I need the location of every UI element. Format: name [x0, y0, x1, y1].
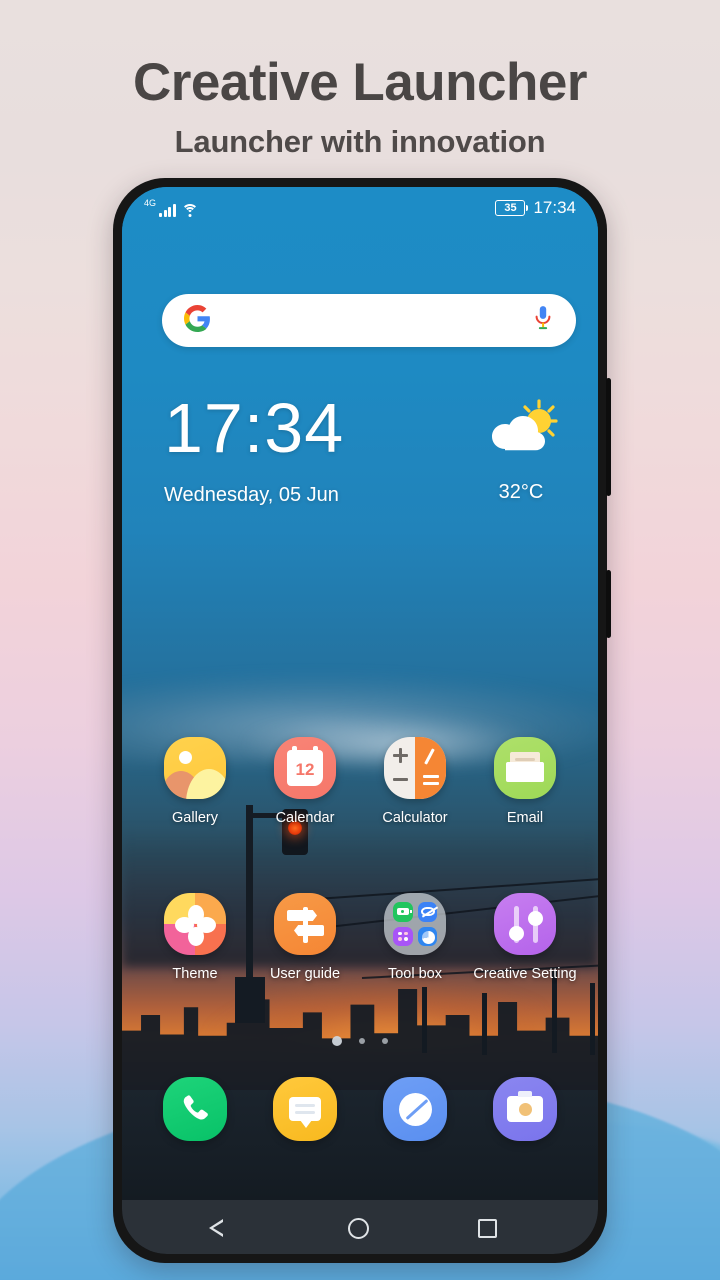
status-bar: 4G 35 17:34 [122, 187, 598, 229]
home-screen: 4G 35 17:34 17:34 Wednesday, 05 Jun 32°C… [122, 187, 598, 1200]
app-label: Calendar [275, 810, 335, 826]
app-label: Creative Setting [473, 966, 577, 982]
page-subtitle: Launcher with innovation [174, 124, 546, 160]
app-theme[interactable]: Theme [140, 893, 250, 982]
app-calendar[interactable]: 12 Calendar [250, 737, 360, 826]
app-grid-icon [393, 926, 413, 946]
theme-icon [164, 893, 226, 955]
page-dot[interactable] [359, 1038, 365, 1044]
clock-weather-widget[interactable]: 17:34 Wednesday, 05 Jun 32°C [164, 389, 564, 507]
dock [140, 1077, 580, 1141]
page-dot[interactable] [382, 1038, 388, 1044]
email-icon [494, 737, 556, 799]
app-label: User guide [269, 966, 341, 982]
poster-header: Creative Launcher Launcher with innovati… [0, 0, 720, 160]
app-creative-setting[interactable]: Creative Setting [470, 893, 580, 982]
dock-app-messages[interactable] [250, 1077, 360, 1141]
battery-saver-icon [393, 902, 413, 922]
weather-block[interactable]: 32°C [484, 395, 564, 504]
microphone-icon[interactable] [532, 305, 554, 336]
calendar-icon: 12 [274, 737, 336, 799]
app-grid-row-2: Theme User guide Tool box Creative Setti… [140, 893, 580, 982]
page-indicator[interactable] [122, 1036, 598, 1046]
google-search-bar[interactable] [162, 294, 576, 347]
volume-button[interactable] [606, 378, 611, 496]
recents-icon[interactable] [478, 1218, 498, 1238]
page-title: Creative Launcher [133, 53, 587, 112]
data-usage-icon [417, 926, 437, 946]
app-label: Tool box [387, 966, 442, 982]
page-dot-active[interactable] [332, 1036, 342, 1046]
navigation-bar [122, 1200, 598, 1254]
wallpaper-traffic-pole-base [235, 977, 265, 1023]
user-guide-icon [274, 893, 336, 955]
creative-setting-icon [494, 893, 556, 955]
phone-icon [163, 1077, 227, 1141]
app-label: Theme [172, 966, 218, 982]
partly-cloudy-icon [484, 399, 558, 461]
clock-block: 17:34 Wednesday, 05 Jun [164, 389, 345, 507]
app-label: Email [506, 810, 544, 826]
app-tool-box[interactable]: Tool box [360, 893, 470, 982]
status-bar-left: 4G [144, 199, 199, 217]
clock-date: Wednesday, 05 Jun [164, 483, 339, 506]
phone-screen-container: 4G 35 17:34 17:34 Wednesday, 05 Jun 32°C… [122, 187, 598, 1254]
app-email[interactable]: Email [470, 737, 580, 826]
calendar-day-number: 12 [295, 759, 315, 779]
dock-app-camera[interactable] [470, 1077, 580, 1141]
google-g-icon [184, 304, 211, 337]
power-button[interactable] [606, 570, 611, 638]
battery-icon: 35 [495, 200, 529, 216]
app-label: Calculator [382, 810, 448, 826]
search-input[interactable] [211, 294, 532, 347]
app-gallery[interactable]: Gallery [140, 737, 250, 826]
clock-time: 17:34 [164, 389, 345, 467]
gallery-icon [164, 737, 226, 799]
calculator-icon [384, 737, 446, 799]
status-bar-right: 35 17:34 [495, 198, 576, 218]
messages-icon [273, 1077, 337, 1141]
app-grid-row-1: Gallery 12 Calendar Calculator Email [140, 737, 580, 826]
phone-mockup: 4G 35 17:34 17:34 Wednesday, 05 Jun 32°C… [113, 178, 611, 1263]
dock-app-phone[interactable] [140, 1077, 250, 1141]
home-icon[interactable] [347, 1217, 369, 1239]
tool-box-folder-icon [384, 893, 446, 955]
network-type-label: 4G [144, 198, 157, 208]
camera-icon [493, 1077, 557, 1141]
back-icon[interactable] [208, 1217, 239, 1239]
eye-protect-icon [417, 902, 437, 922]
dock-app-browser[interactable] [360, 1077, 470, 1141]
app-label: Gallery [172, 810, 218, 826]
weather-temperature: 32°C [498, 481, 544, 503]
app-user-guide[interactable]: User guide [250, 893, 360, 982]
browser-compass-icon [383, 1077, 447, 1141]
signal-bars-icon [159, 203, 176, 217]
wifi-icon [181, 204, 199, 217]
status-bar-clock: 17:34 [533, 198, 576, 217]
app-calculator[interactable]: Calculator [360, 737, 470, 826]
